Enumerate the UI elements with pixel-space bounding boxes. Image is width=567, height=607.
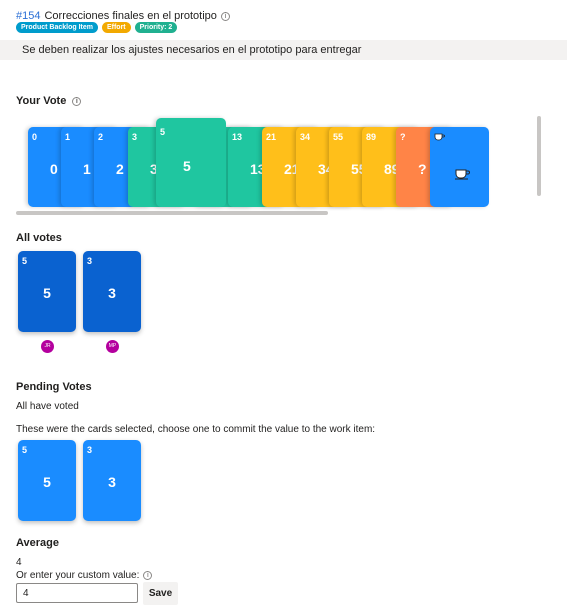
vote-card-strip: 0 0 1 1 2 2 3 3 8 8 13 13 21 21 34 34 55…: [28, 118, 538, 210]
commit-instruction: These were the cards selected, choose on…: [16, 424, 376, 435]
your-vote-section: Your Vote i: [16, 95, 82, 107]
coffee-cup-icon: [455, 169, 470, 180]
vertical-scrollbar[interactable]: [537, 116, 541, 196]
avatar: MP: [106, 340, 119, 353]
custom-value-row: Or enter your custom value: i: [16, 570, 153, 581]
custom-value-input[interactable]: [16, 583, 138, 603]
tag-product-backlog-item: Product Backlog Item: [16, 22, 98, 33]
all-votes-title: All votes: [16, 232, 62, 244]
info-icon[interactable]: i: [220, 11, 230, 21]
custom-value-label: Or enter your custom value:: [16, 570, 140, 581]
info-icon[interactable]: i: [143, 571, 153, 580]
commit-card-5[interactable]: 5 5: [18, 440, 76, 521]
vote-result-card: 5 5: [18, 251, 76, 332]
average-title: Average: [16, 537, 60, 549]
coffee-cup-icon: [434, 133, 445, 141]
average-value: 4: [16, 557, 22, 568]
work-item-id[interactable]: #154: [16, 10, 40, 22]
work-item-title: Correcciones finales en el prototipo: [44, 10, 217, 22]
vote-result-card: 3 3: [83, 251, 141, 332]
tag-list: Product Backlog Item Effort Priority: 2: [16, 22, 178, 33]
horizontal-scrollbar[interactable]: [16, 211, 328, 215]
tag-effort: Effort: [101, 22, 131, 33]
save-button[interactable]: Save: [143, 582, 178, 605]
vote-card-5-selected[interactable]: 5 5: [156, 118, 226, 207]
info-icon[interactable]: i: [72, 96, 82, 106]
your-vote-title: Your Vote: [16, 95, 67, 107]
tag-priority: Priority: 2: [134, 22, 178, 33]
pending-votes-title: Pending Votes: [16, 381, 92, 393]
work-item-header: #154 Correcciones finales en el prototip…: [16, 10, 230, 22]
vote-card-coffee[interactable]: [430, 127, 489, 207]
pending-votes-status: All have voted: [16, 401, 79, 412]
avatar: JR: [41, 340, 54, 353]
commit-card-3[interactable]: 3 3: [83, 440, 141, 521]
work-item-description: Se deben realizar los ajustes necesarios…: [22, 44, 362, 56]
